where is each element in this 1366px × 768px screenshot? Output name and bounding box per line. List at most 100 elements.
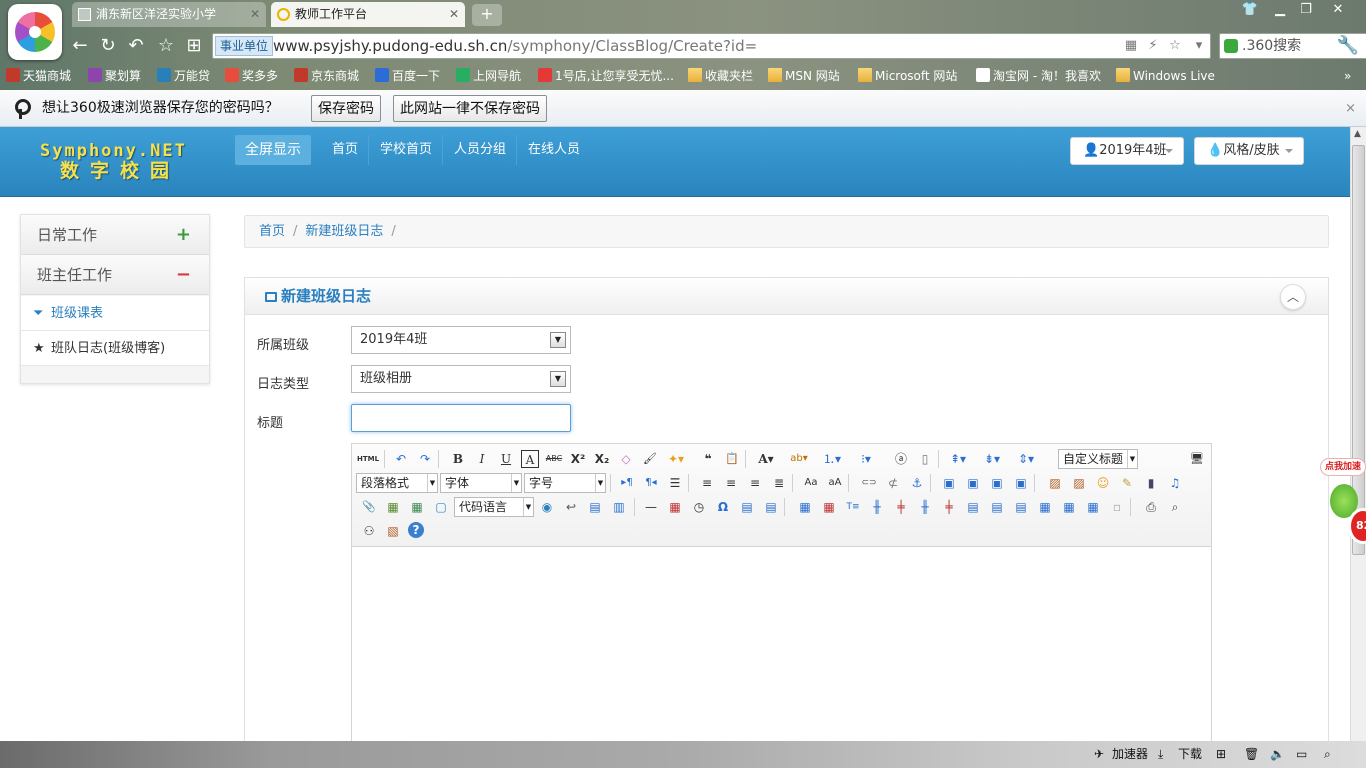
- row-spacing-top-icon[interactable]: ⇞▾: [946, 450, 970, 468]
- superscript-icon[interactable]: X²: [569, 450, 587, 468]
- insert-table-icon[interactable]: ▦: [796, 498, 814, 516]
- sidebar-group-head-teacher[interactable]: 班主任工作 −: [21, 255, 209, 295]
- save-password-button[interactable]: 保存密码: [311, 95, 381, 122]
- editor-body[interactable]: [352, 547, 1211, 741]
- nav-fullscreen[interactable]: 全屏显示: [235, 135, 311, 165]
- italic-icon[interactable]: I: [473, 450, 491, 468]
- ordered-list-icon[interactable]: ⒈▾: [820, 450, 844, 468]
- chevron-down-icon[interactable]: ▼: [550, 371, 566, 387]
- volume-icon[interactable]: 🔈: [1270, 741, 1285, 768]
- uppercase-icon[interactable]: Aa: [802, 474, 820, 492]
- snapscreen-icon[interactable]: ▤: [738, 498, 756, 516]
- emotion-icon[interactable]: ☺: [1094, 474, 1112, 492]
- help-icon[interactable]: ?: [408, 522, 424, 538]
- chart-icon[interactable]: ▫: [1108, 498, 1126, 516]
- close-icon[interactable]: ✕: [250, 2, 260, 27]
- nav-school-home[interactable]: 学校首页: [370, 135, 444, 165]
- align-left-icon[interactable]: ≡: [698, 474, 716, 492]
- bookmark-item[interactable]: 淘宝网 - 淘！我喜欢: [976, 67, 1101, 85]
- font-color-icon[interactable]: A▾: [754, 450, 778, 468]
- custom-title-select[interactable]: 自定义标题 ▼: [1058, 449, 1138, 469]
- type-select[interactable]: 班级相册 ▼: [351, 365, 571, 393]
- search-replace-icon[interactable]: ⚇: [360, 522, 378, 540]
- split-cells-icon[interactable]: ▦: [1036, 498, 1054, 516]
- bookmark-item[interactable]: MSN 网站: [768, 67, 840, 85]
- merge-right-icon[interactable]: ▤: [988, 498, 1006, 516]
- unlink-icon[interactable]: ⊄: [884, 474, 902, 492]
- download-icon[interactable]: ⤓: [1158, 741, 1163, 768]
- image-float-none-icon[interactable]: ▣: [940, 474, 958, 492]
- nav-online-users[interactable]: 在线人员: [518, 135, 590, 165]
- page-icon[interactable]: ▯: [916, 450, 934, 468]
- breadcrumb-home-link[interactable]: 首页: [259, 224, 285, 239]
- attachment-icon[interactable]: 📎: [360, 498, 378, 516]
- highlight-icon[interactable]: ab▾: [786, 450, 812, 468]
- sidebar-group-daily-work[interactable]: 日常工作 +: [21, 215, 209, 255]
- qr-code-icon[interactable]: ▦: [1123, 38, 1139, 54]
- indent-icon[interactable]: ☰: [666, 474, 684, 492]
- insert-col-icon[interactable]: ╫: [916, 498, 934, 516]
- nav-home[interactable]: 首页: [322, 135, 370, 165]
- fullscreen-icon[interactable]: 🖥: [1188, 450, 1206, 468]
- undo-icon[interactable]: ↶: [124, 34, 148, 58]
- back-icon[interactable]: ←: [68, 34, 92, 58]
- anchor-icon[interactable]: ⚓: [908, 474, 926, 492]
- dropdown-icon[interactable]: ▾: [1191, 38, 1207, 54]
- breadcrumb-current-link[interactable]: 新建班级日志: [305, 224, 383, 239]
- skin-selector-button[interactable]: 💧风格/皮肤: [1194, 137, 1304, 165]
- refresh-icon[interactable]: ↻: [96, 34, 120, 58]
- subscript-icon[interactable]: X₂: [593, 450, 611, 468]
- sidebar-item-class-schedule[interactable]: ⏷ 班级课表: [21, 296, 209, 331]
- redo-icon[interactable]: ↷: [416, 450, 434, 468]
- map-icon[interactable]: ▦: [384, 498, 402, 516]
- title-input[interactable]: [351, 404, 571, 432]
- line-height-icon[interactable]: ⇕▾: [1014, 450, 1038, 468]
- date-icon[interactable]: ▦: [666, 498, 684, 516]
- background-icon[interactable]: ▥: [610, 498, 628, 516]
- address-url[interactable]: www.psyjshy.pudong-edu.sh.cn/symphony/Cl…: [273, 34, 757, 58]
- address-bar[interactable]: 事业单位 www.psyjshy.pudong-edu.sh.cn/sympho…: [212, 33, 1211, 59]
- close-window-button[interactable]: ✕: [1326, 1, 1350, 21]
- split-cols-icon[interactable]: ▦: [1084, 498, 1102, 516]
- sidebar-item-class-blog[interactable]: ★ 班队日志(班级博客): [21, 331, 209, 366]
- accelerator-button[interactable]: 加速器: [1112, 741, 1148, 768]
- class-selector-button[interactable]: 👤2019年4班: [1070, 137, 1184, 165]
- site-logo[interactable]: Symphony.NET 数字校园: [40, 141, 187, 181]
- drafts-icon[interactable]: ▧: [384, 522, 402, 540]
- apps-grid-icon[interactable]: ⊞: [182, 34, 206, 58]
- accelerator-icon[interactable]: ✈: [1094, 741, 1104, 768]
- nav-groups[interactable]: 人员分组: [444, 135, 518, 165]
- paste-text-icon[interactable]: 📋: [723, 450, 741, 468]
- close-icon[interactable]: ✕: [449, 2, 459, 27]
- bookmark-item[interactable]: 上网导航: [456, 67, 521, 85]
- bookmark-star-icon[interactable]: ☆: [1167, 38, 1183, 54]
- insert-frame-icon[interactable]: ▢: [432, 498, 450, 516]
- video-icon[interactable]: ▮: [1142, 474, 1160, 492]
- undo-icon[interactable]: ↶: [392, 450, 410, 468]
- print-icon[interactable]: ⎙: [1142, 498, 1160, 516]
- insert-row-icon[interactable]: ╫: [868, 498, 886, 516]
- paragraph-format-select[interactable]: 段落格式 ▼: [356, 473, 438, 493]
- font-size-select[interactable]: 字号 ▼: [524, 473, 606, 493]
- image-float-left-icon[interactable]: ▣: [964, 474, 982, 492]
- horizontal-rule-icon[interactable]: —: [642, 498, 660, 516]
- close-icon[interactable]: ×: [1345, 90, 1356, 127]
- bold-icon[interactable]: B: [449, 450, 467, 468]
- font-border-icon[interactable]: A: [521, 450, 539, 468]
- unordered-list-icon[interactable]: ⁝▾: [854, 450, 878, 468]
- template-icon[interactable]: ▤: [586, 498, 604, 516]
- new-tab-button[interactable]: +: [472, 4, 502, 26]
- time-icon[interactable]: ◷: [690, 498, 708, 516]
- preview-icon[interactable]: ⌕: [1166, 498, 1184, 516]
- page-break-icon[interactable]: ◉: [538, 498, 556, 516]
- ltr-icon[interactable]: ▸¶: [618, 474, 636, 492]
- align-right-icon[interactable]: ≡: [746, 474, 764, 492]
- scrawl-icon[interactable]: ✎: [1118, 474, 1136, 492]
- class-select[interactable]: 2019年4班 ▼: [351, 326, 571, 354]
- format-painter-icon[interactable]: 🖌: [641, 450, 659, 468]
- music-icon[interactable]: ♫: [1166, 474, 1184, 492]
- skin-icon[interactable]: 👕: [1238, 1, 1262, 21]
- underline-icon[interactable]: U: [497, 450, 515, 468]
- simple-upload-icon[interactable]: ▨: [1046, 474, 1064, 492]
- tab-teacher-platform[interactable]: 教师工作平台 ✕: [271, 2, 465, 27]
